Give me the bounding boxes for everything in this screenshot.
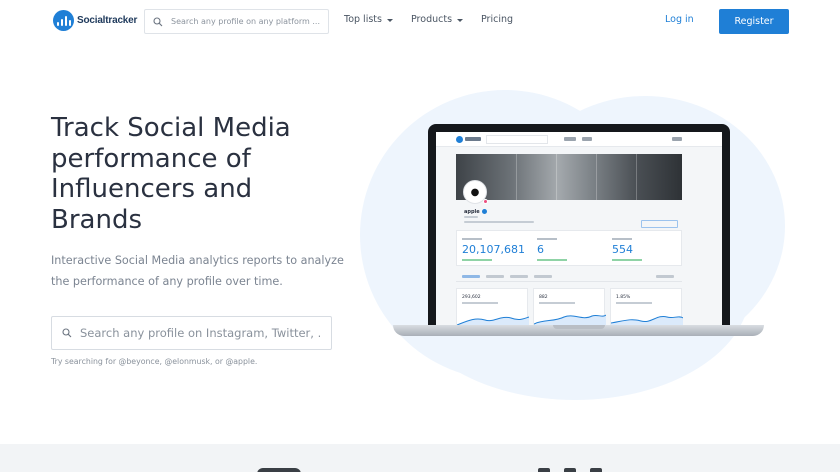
register-button[interactable]: Register (719, 9, 789, 34)
instagram-badge-icon (483, 199, 488, 204)
preview-profile-name: apple (464, 209, 480, 215)
preview-sparkline (457, 316, 529, 326)
hero-search-input[interactable] (80, 326, 320, 340)
nav-search-input[interactable] (171, 17, 321, 26)
preview-tabs (456, 272, 682, 282)
search-icon (62, 328, 72, 338)
nav-pricing-label: Pricing (481, 14, 514, 25)
preview-navbar (436, 132, 722, 147)
preview-cover-image (456, 154, 682, 200)
preview-add-button (641, 220, 678, 228)
preview-metric-card: 1.85% (610, 288, 683, 326)
preview-stat-value: 20,107,681 (462, 243, 525, 256)
brand-logo[interactable]: Socialtracker (53, 10, 137, 31)
login-link[interactable]: Log in (665, 14, 694, 25)
top-navbar: Socialtracker Top lists Products Pricing… (0, 0, 840, 42)
partner-logo (538, 468, 608, 472)
preview-stat-value: 554 (612, 243, 633, 256)
preview-stats-row: 20,107,681 6 554 (456, 230, 682, 266)
preview-sparkline (534, 314, 606, 326)
nav-products[interactable]: Products (411, 14, 464, 25)
preview-search (486, 135, 548, 144)
laptop-screen-frame: ● apple 20,107,681 6 554 293,602 882 1.8… (428, 124, 730, 326)
next-section (0, 444, 840, 472)
nav-top-lists-label: Top lists (344, 14, 382, 25)
hero-description: Interactive Social Media analytics repor… (51, 254, 344, 288)
preview-metric-card: 882 (533, 288, 606, 326)
nav-search-box[interactable] (144, 9, 329, 34)
search-icon (153, 16, 163, 26)
nav-pricing[interactable]: Pricing (481, 14, 513, 25)
caret-down-icon (457, 18, 464, 22)
chart-logo-icon (53, 10, 74, 31)
preview-stat-value: 6 (537, 243, 544, 256)
preview-logo-icon (456, 136, 463, 143)
nav-products-label: Products (411, 14, 453, 25)
search-hint: Try searching for @beyonce, @elonmusk, o… (51, 357, 258, 366)
verified-icon (482, 209, 487, 214)
hero-search-box[interactable] (51, 316, 332, 350)
dashboard-preview: ● apple 20,107,681 6 554 293,602 882 1.8… (436, 132, 722, 326)
caret-down-icon (386, 18, 393, 22)
brand-name: Socialtracker (77, 15, 138, 26)
preview-sparkline (611, 315, 683, 326)
hero-title: Track Social Media performance of Influe… (51, 113, 291, 235)
laptop-mockup: ● apple 20,107,681 6 554 293,602 882 1.8… (393, 124, 764, 338)
nav-top-lists[interactable]: Top lists (344, 14, 393, 25)
partner-logo (257, 468, 301, 472)
preview-metric-card: 293,602 (456, 288, 529, 326)
